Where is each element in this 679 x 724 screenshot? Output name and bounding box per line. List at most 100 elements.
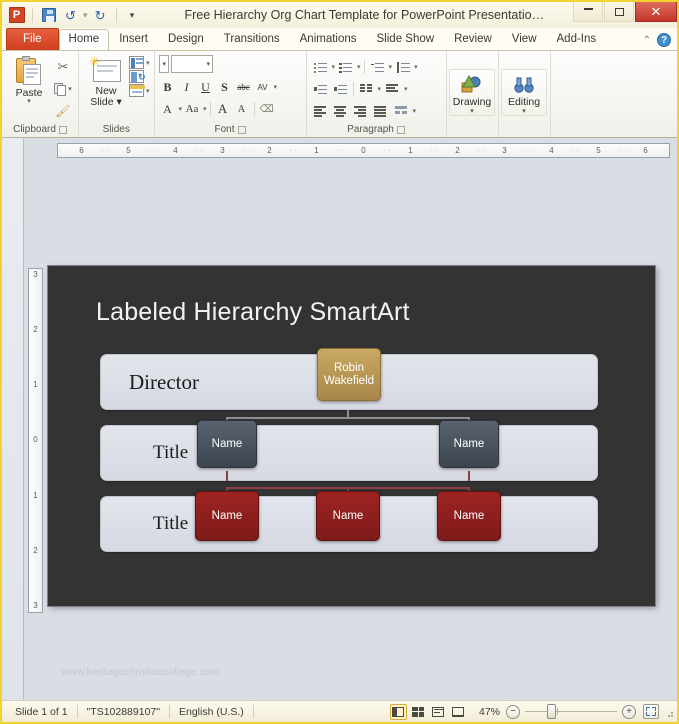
chevron-down-icon[interactable]: ▾ — [146, 87, 150, 95]
slides-thumbnail-pane[interactable] — [2, 138, 24, 700]
drawing-button[interactable]: Drawing ▾ — [449, 69, 495, 116]
view-slide-sorter-button[interactable] — [410, 704, 427, 720]
chevron-down-icon[interactable]: ▾ — [179, 105, 183, 113]
view-normal-button[interactable] — [390, 704, 407, 720]
zoom-out-button[interactable]: − — [506, 705, 520, 719]
view-slide-show-button[interactable] — [450, 704, 467, 720]
language-indicator[interactable]: English (U.S.) — [170, 706, 253, 718]
minimize-ribbon-icon[interactable]: ⌃ — [643, 35, 651, 46]
editing-caret-icon[interactable]: ▾ — [522, 108, 526, 115]
chevron-down-icon[interactable]: ▾ — [389, 63, 393, 71]
italic-button[interactable]: I — [178, 78, 196, 97]
hierarchy-band-title-level2[interactable]: Title — [100, 425, 598, 481]
change-case-button[interactable]: Aa — [183, 100, 201, 119]
vertical-ruler[interactable]: 3 2 1 0 1 2 3 — [28, 268, 43, 613]
clear-formatting-button[interactable]: ⌫ — [258, 100, 276, 119]
tab-transitions[interactable]: Transitions — [214, 29, 290, 50]
chevron-down-icon[interactable]: ▾ — [163, 60, 167, 68]
theme-name[interactable]: "TS102889107" — [78, 706, 169, 718]
tab-file[interactable]: File — [6, 28, 59, 50]
chevron-down-icon[interactable]: ▾ — [414, 63, 418, 71]
redo-icon[interactable]: ↻ — [91, 6, 110, 25]
bold-button[interactable]: B — [159, 78, 177, 97]
view-reading-button[interactable] — [430, 704, 447, 720]
bullets-button[interactable] — [311, 58, 330, 77]
decrease-indent-button[interactable] — [311, 80, 330, 99]
character-spacing-button[interactable]: AV — [254, 78, 272, 97]
slide-canvas[interactable]: Labeled Hierarchy SmartArt Direc — [48, 266, 655, 606]
decrease-font-size-button[interactable]: A — [233, 100, 251, 119]
font-size-input[interactable]: ▾ — [171, 55, 213, 73]
tab-add-ins[interactable]: Add-Ins — [547, 29, 607, 50]
tab-animations[interactable]: Animations — [290, 29, 367, 50]
close-button[interactable]: ✕ — [635, 2, 677, 22]
layout-button[interactable]: ▾ — [129, 56, 150, 69]
new-slide-caret-icon[interactable]: ▾ — [117, 96, 122, 108]
tab-view[interactable]: View — [502, 29, 547, 50]
align-left-button[interactable] — [311, 102, 330, 121]
chevron-down-icon[interactable]: ▾ — [274, 83, 278, 91]
node-name-3-1[interactable]: Name — [195, 491, 259, 541]
text-direction-button[interactable] — [393, 58, 412, 77]
slide-title[interactable]: Labeled Hierarchy SmartArt — [96, 298, 410, 327]
format-painter-button[interactable]: 🖌 — [52, 101, 74, 121]
chevron-down-icon[interactable]: ▾ — [332, 63, 336, 71]
tab-review[interactable]: Review — [444, 29, 502, 50]
chevron-down-icon[interactable]: ▾ — [357, 63, 361, 71]
cut-button[interactable]: ✂ — [52, 57, 74, 77]
node-name-3-2[interactable]: Name — [316, 491, 380, 541]
increase-font-size-button[interactable]: A — [214, 100, 232, 119]
resize-grip[interactable] — [663, 707, 673, 717]
chevron-down-icon[interactable]: ▾ — [207, 60, 211, 68]
tab-home[interactable]: Home — [59, 29, 110, 50]
center-button[interactable] — [331, 102, 350, 121]
justify-button[interactable] — [371, 102, 390, 121]
align-right-button[interactable] — [351, 102, 370, 121]
clipboard-dialog-launcher[interactable] — [59, 126, 67, 134]
underline-button[interactable]: U — [197, 78, 215, 97]
drawing-caret-icon[interactable]: ▾ — [470, 108, 474, 115]
zoom-slider-track[interactable] — [525, 711, 617, 712]
zoom-in-button[interactable]: + — [622, 705, 636, 719]
copy-button[interactable]: ▾ — [52, 79, 74, 99]
convert-to-smartart-button[interactable] — [392, 102, 411, 121]
chevron-down-icon[interactable]: ▾ — [146, 59, 150, 67]
smartart-hierarchy-graphic[interactable]: Director Robin Wakefield Title Name Name… — [100, 354, 598, 572]
maximize-button[interactable] — [604, 2, 634, 22]
slide-counter[interactable]: Slide 1 of 1 — [6, 706, 77, 718]
line-spacing-button[interactable] — [368, 58, 387, 77]
chevron-down-icon[interactable]: ▾ — [404, 85, 408, 93]
node-name-3-3[interactable]: Name — [437, 491, 501, 541]
horizontal-ruler[interactable]: ·6· ·5· ·4· ·3· ·2· ·1· ·0· ·1· ·2· ·3· … — [57, 143, 670, 158]
undo-icon[interactable]: ↺ — [61, 6, 80, 25]
strikethrough-button[interactable]: abc — [235, 78, 253, 97]
powerpoint-logo-icon[interactable]: P — [7, 6, 26, 25]
minimize-button[interactable] — [573, 2, 603, 22]
customize-qat-icon[interactable]: ▾ — [123, 6, 142, 25]
reset-button[interactable]: ↻ — [129, 70, 150, 83]
new-slide-button[interactable]: ✳ NewSlide ▾ — [83, 54, 129, 108]
node-robin-wakefield[interactable]: Robin Wakefield — [317, 348, 381, 401]
increase-indent-button[interactable] — [331, 80, 350, 99]
columns-button[interactable] — [357, 80, 376, 99]
font-dialog-launcher[interactable] — [238, 126, 246, 134]
tab-insert[interactable]: Insert — [109, 29, 158, 50]
font-color-button[interactable]: A — [159, 100, 177, 119]
node-name-2-2[interactable]: Name — [439, 420, 499, 468]
numbering-button[interactable] — [336, 58, 355, 77]
chevron-down-icon[interactable]: ▾ — [68, 85, 72, 93]
node-name-2-1[interactable]: Name — [197, 420, 257, 468]
section-button[interactable]: ▾ — [129, 84, 150, 97]
chevron-down-icon[interactable]: ▾ — [203, 105, 207, 113]
align-text-button[interactable] — [383, 80, 402, 99]
chevron-down-icon[interactable]: ▾ — [413, 107, 417, 115]
fit-to-window-button[interactable] — [643, 704, 659, 719]
chevron-down-icon[interactable]: ▾ — [378, 85, 382, 93]
undo-dropdown-icon[interactable]: ▾ — [83, 10, 88, 21]
zoom-level[interactable]: 47% — [473, 706, 506, 718]
zoom-slider-thumb[interactable] — [547, 704, 556, 719]
help-icon[interactable]: ? — [657, 33, 671, 47]
paragraph-dialog-launcher[interactable] — [397, 126, 405, 134]
text-shadow-button[interactable]: S — [216, 78, 234, 97]
tab-slide-show[interactable]: Slide Show — [367, 29, 445, 50]
